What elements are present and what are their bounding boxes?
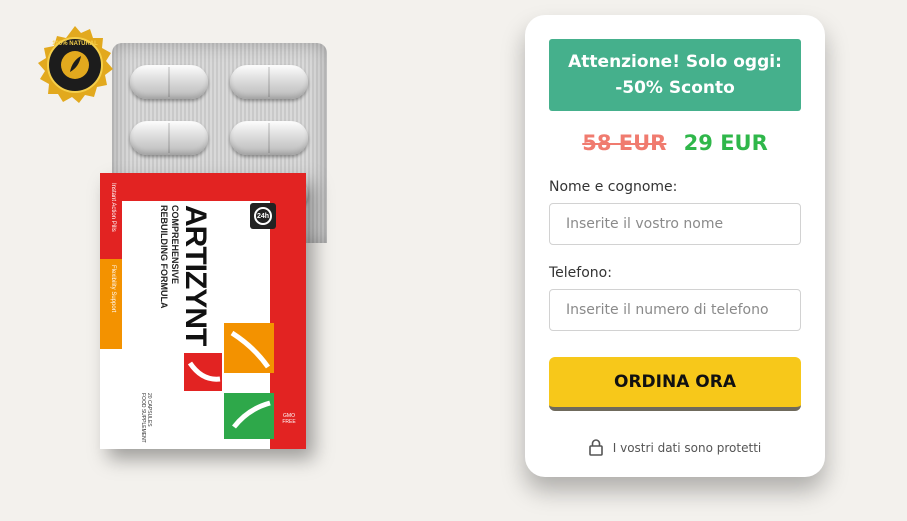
name-input[interactable] [549, 203, 801, 245]
phone-label: Telefono: [549, 265, 612, 281]
gmo-free-badge: GMO FREE [282, 413, 296, 425]
tagline-line-2: REBUILDING FORMULA [159, 205, 169, 309]
24h-badge-text: 24h [254, 207, 272, 225]
price-row: 58 EUR 29 EUR [525, 131, 825, 155]
seal-text: 100% NATURAL [52, 41, 98, 47]
order-form-card: Attenzione! Solo oggi: -50% Sconto 58 EU… [525, 15, 825, 477]
promo-line-1: Attenzione! Solo oggi: [568, 52, 782, 72]
capsule [230, 121, 308, 155]
promo-banner: Attenzione! Solo oggi: -50% Sconto [549, 39, 801, 111]
24h-badge: 24h [250, 203, 276, 229]
product-image: Instant Action Pills Flexibility Support… [30, 25, 327, 465]
secure-text: I vostri dati sono protetti [612, 440, 762, 455]
product-tagline: COMPREHENSIVE REBUILDING FORMULA [158, 205, 180, 309]
data-protected-note: I vostri dati sono protetti [525, 439, 825, 456]
lock-icon [588, 439, 603, 456]
natural-seal-icon: 100% NATURAL [38, 26, 113, 103]
box-footer-text-2: 20 CAPSULES [146, 393, 152, 427]
box-side-text-bottom: Flexibility Support [110, 265, 116, 313]
phone-input[interactable] [549, 289, 801, 331]
product-box: Instant Action Pills Flexibility Support… [100, 173, 306, 449]
old-price: 58 EUR [582, 131, 667, 155]
name-label: Nome e cognome: [549, 179, 678, 195]
new-price: 29 EUR [683, 131, 768, 155]
order-button[interactable]: ORDINA ORA [549, 357, 801, 411]
tagline-line-1: COMPREHENSIVE [170, 205, 180, 285]
box-side-text-top: Instant Action Pills [110, 183, 116, 232]
promo-line-2: -50% Sconto [615, 78, 735, 98]
capsule [230, 65, 308, 99]
capsule [130, 65, 208, 99]
capsule [130, 121, 208, 155]
joint-illustration [184, 323, 274, 439]
